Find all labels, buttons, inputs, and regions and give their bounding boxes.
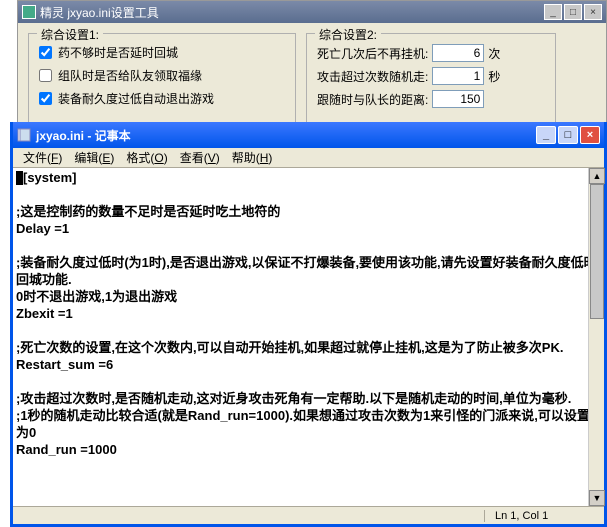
chk-team-blessing-label: 组队时是否给队友领取福缘 (58, 67, 202, 84)
menu-view[interactable]: 查看(V) (174, 147, 226, 168)
chk-durability-exit[interactable] (39, 92, 52, 105)
attack-rand-label: 攻击超过次数随机走: (317, 68, 428, 85)
scroll-up-icon[interactable]: ▲ (589, 168, 605, 184)
notepad-scrollbar-v[interactable]: ▲ ▼ (588, 168, 604, 506)
notepad-statusbar: Ln 1, Col 1 (13, 506, 604, 524)
config-min-button[interactable]: _ (544, 4, 562, 20)
follow-dist-input[interactable] (432, 90, 484, 108)
menu-format[interactable]: 格式(O) (120, 147, 173, 168)
notepad-text: [system] ;这是控制药的数量不足时是否延时吃土地符的 Delay =1 … (16, 170, 597, 457)
group1-legend: 综合设置1: (37, 26, 103, 43)
chk-team-blessing[interactable] (39, 69, 52, 82)
notepad-menubar: 文件(F) 编辑(E) 格式(O) 查看(V) 帮助(H) (13, 148, 604, 168)
menu-file[interactable]: 文件(F) (17, 147, 68, 168)
cursor-position: Ln 1, Col 1 (484, 510, 604, 522)
notepad-textarea[interactable]: [system] ;这是控制药的数量不足时是否延时吃土地符的 Delay =1 … (13, 168, 604, 506)
config-max-button[interactable]: □ (564, 4, 582, 20)
config-titlebar[interactable]: 精灵 jxyao.ini设置工具 _ □ × (18, 1, 606, 23)
chk-delay-recall[interactable] (39, 46, 52, 59)
notepad-window: jxyao.ini - 记事本 _ □ × 文件(F) 编辑(E) 格式(O) … (10, 122, 607, 527)
notepad-title: jxyao.ini - 记事本 (36, 127, 131, 144)
attack-rand-unit: 秒 (488, 68, 500, 85)
config-close-button[interactable]: × (584, 4, 602, 20)
follow-dist-label: 跟随时与队长的距离: (317, 91, 428, 108)
notepad-max-button[interactable]: □ (558, 126, 578, 144)
chk-durability-exit-label: 装备耐久度过低自动退出游戏 (58, 90, 214, 107)
death-limit-unit: 次 (488, 45, 500, 62)
scroll-down-icon[interactable]: ▼ (589, 490, 605, 506)
notepad-app-icon (17, 128, 31, 142)
death-limit-label: 死亡几次后不再挂机: (317, 45, 428, 62)
notepad-titlebar[interactable]: jxyao.ini - 记事本 _ □ × (13, 122, 604, 148)
notepad-close-button[interactable]: × (580, 126, 600, 144)
chk-delay-recall-label: 药不够时是否延时回城 (58, 44, 178, 61)
scroll-thumb[interactable] (590, 184, 604, 319)
config-app-icon (22, 5, 36, 19)
menu-edit[interactable]: 编辑(E) (68, 147, 120, 168)
death-limit-input[interactable] (432, 44, 484, 62)
config-title: 精灵 jxyao.ini设置工具 (40, 4, 159, 21)
attack-rand-input[interactable] (432, 67, 484, 85)
notepad-min-button[interactable]: _ (536, 126, 556, 144)
group2-legend: 综合设置2: (315, 26, 381, 43)
menu-help[interactable]: 帮助(H) (226, 147, 279, 168)
